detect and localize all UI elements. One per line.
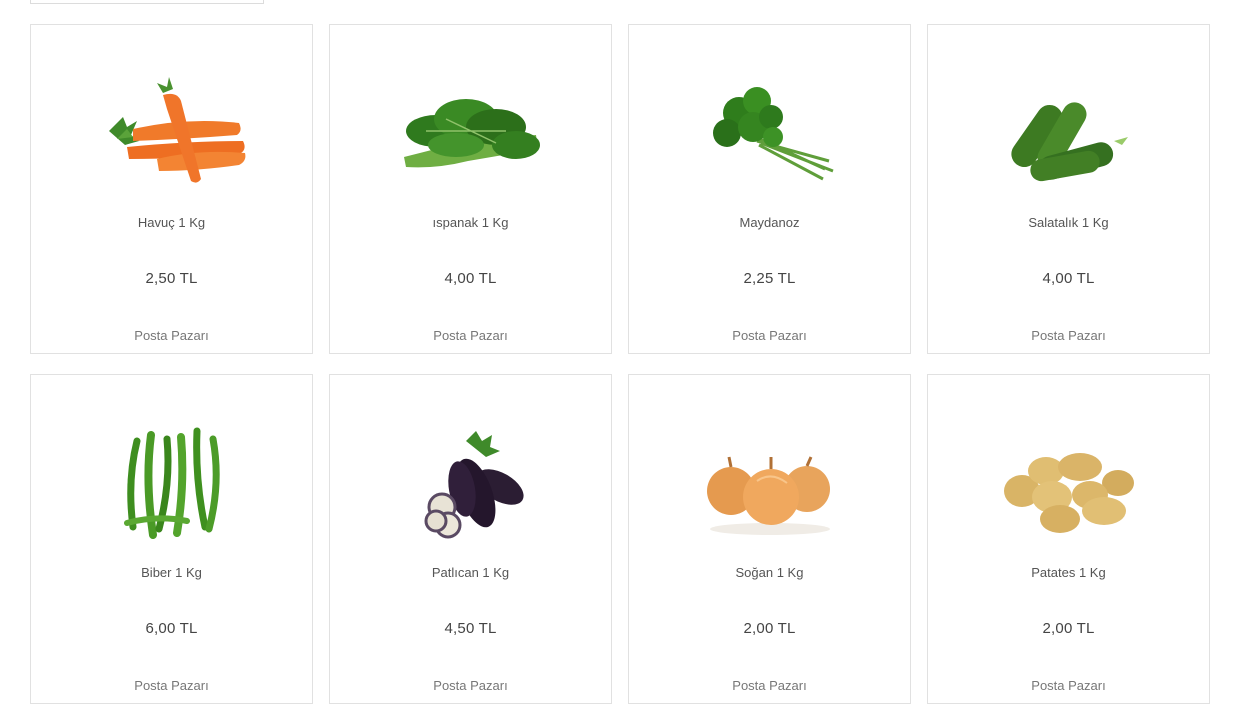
- product-name[interactable]: Havuç 1 Kg: [31, 215, 312, 230]
- product-image[interactable]: [97, 411, 247, 547]
- product-card-cucumber[interactable]: Salatalık 1 Kg 4,00 TL Posta Pazarı: [927, 24, 1210, 354]
- search-input[interactable]: [30, 0, 264, 4]
- product-name[interactable]: Patates 1 Kg: [928, 565, 1209, 580]
- product-price: 2,25 TL: [743, 270, 796, 287]
- product-price: 6,00 TL: [145, 620, 198, 637]
- product-card-onion[interactable]: Soğan 1 Kg 2,00 TL Posta Pazarı: [628, 374, 911, 704]
- product-price: 4,00 TL: [444, 270, 497, 287]
- carrot-icon: [109, 77, 246, 183]
- product-image[interactable]: [994, 411, 1144, 547]
- product-seller[interactable]: Posta Pazarı: [31, 678, 312, 693]
- product-grid: Havuç 1 Kg 2,50 TL Posta Pazarı ıspanak …: [30, 24, 1210, 704]
- product-name[interactable]: Soğan 1 Kg: [629, 565, 910, 580]
- product-card-parsley[interactable]: Maydanoz 2,25 TL Posta Pazarı: [628, 24, 911, 354]
- product-price: 2,00 TL: [1042, 620, 1095, 637]
- product-seller[interactable]: Posta Pazarı: [31, 328, 312, 343]
- product-card-pepper[interactable]: Biber 1 Kg 6,00 TL Posta Pazarı: [30, 374, 313, 704]
- product-seller[interactable]: Posta Pazarı: [629, 328, 910, 343]
- product-price: 2,00 TL: [743, 620, 796, 637]
- product-price: 4,50 TL: [444, 620, 497, 637]
- product-name[interactable]: ıspanak 1 Kg: [330, 215, 611, 230]
- product-seller[interactable]: Posta Pazarı: [928, 328, 1209, 343]
- product-seller[interactable]: Posta Pazarı: [330, 328, 611, 343]
- product-name[interactable]: Patlıcan 1 Kg: [330, 565, 611, 580]
- product-seller[interactable]: Posta Pazarı: [629, 678, 910, 693]
- product-card-carrot[interactable]: Havuç 1 Kg 2,50 TL Posta Pazarı: [30, 24, 313, 354]
- product-image[interactable]: [695, 411, 845, 547]
- product-name[interactable]: Salatalık 1 Kg: [928, 215, 1209, 230]
- product-image[interactable]: [695, 61, 845, 197]
- product-image[interactable]: [994, 61, 1144, 197]
- product-seller[interactable]: Posta Pazarı: [330, 678, 611, 693]
- product-price: 4,00 TL: [1042, 270, 1095, 287]
- cucumber-icon: [1011, 102, 1128, 182]
- eggplant-icon: [424, 431, 524, 539]
- product-image[interactable]: [396, 61, 546, 197]
- product-name[interactable]: Maydanoz: [629, 215, 910, 230]
- pepper-icon: [124, 427, 220, 539]
- parsley-icon: [713, 87, 834, 181]
- onion-icon: [707, 456, 830, 535]
- product-card-spinach[interactable]: ıspanak 1 Kg 4,00 TL Posta Pazarı: [329, 24, 612, 354]
- product-image[interactable]: [396, 411, 546, 547]
- product-seller[interactable]: Posta Pazarı: [928, 678, 1209, 693]
- spinach-icon: [404, 99, 540, 168]
- product-name[interactable]: Biber 1 Kg: [31, 565, 312, 580]
- product-card-potato[interactable]: Patates 1 Kg 2,00 TL Posta Pazarı: [927, 374, 1210, 704]
- product-card-eggplant[interactable]: Patlıcan 1 Kg 4,50 TL Posta Pazarı: [329, 374, 612, 704]
- product-price: 2,50 TL: [145, 270, 198, 287]
- potato-icon: [1004, 453, 1134, 533]
- product-image[interactable]: [97, 61, 247, 197]
